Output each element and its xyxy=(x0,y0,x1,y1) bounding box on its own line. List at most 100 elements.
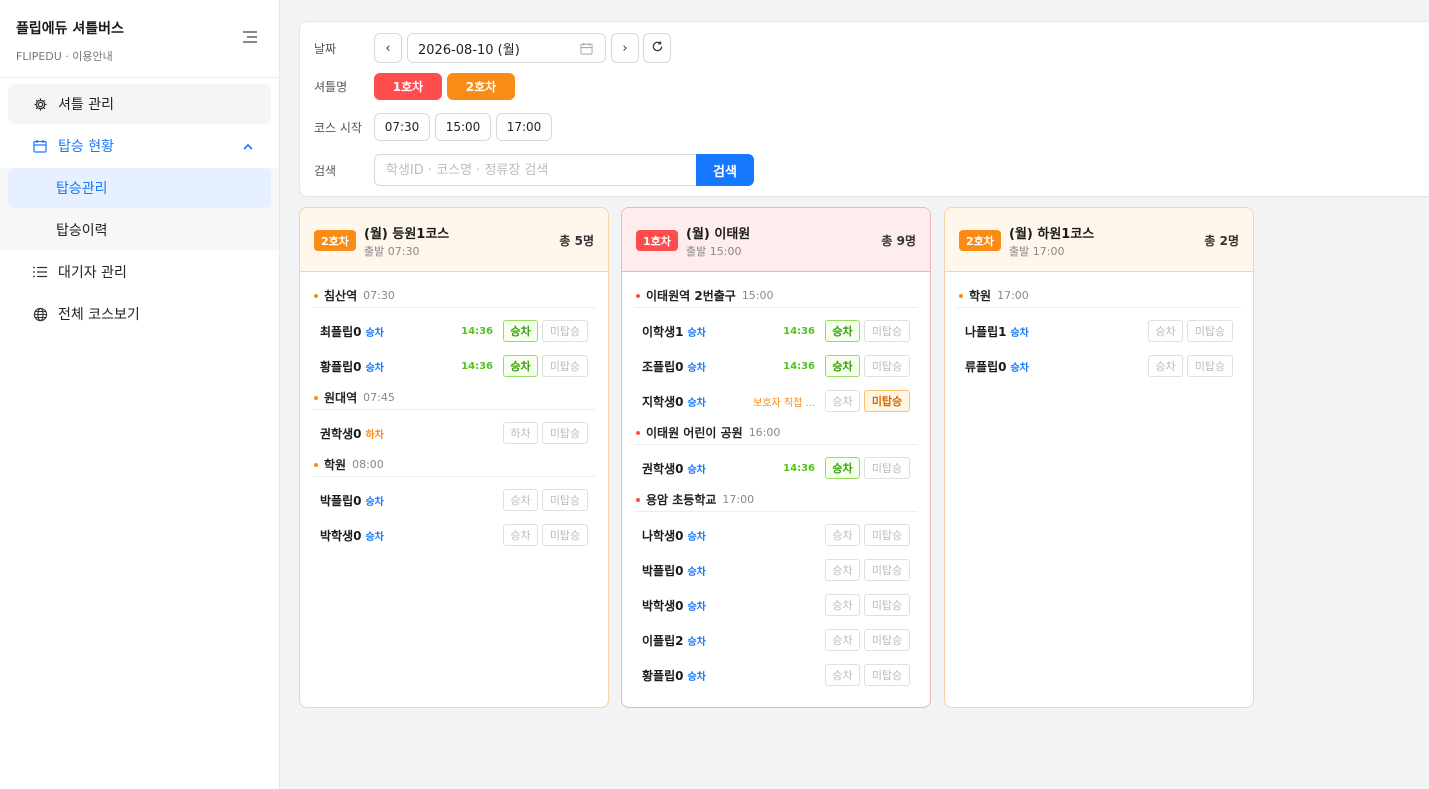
time-1500-button[interactable]: 15:00 xyxy=(435,113,491,141)
no-show-button[interactable]: 미탑승 xyxy=(542,320,588,342)
sidebar-item-boarding-manage[interactable]: 탑승관리 xyxy=(8,168,271,208)
no-show-button[interactable]: 미탑승 xyxy=(1187,320,1233,342)
stop-header: 침산역 07:30 xyxy=(312,286,596,308)
search-input[interactable] xyxy=(374,154,696,186)
shuttle-label: 셔틀명 xyxy=(314,80,348,94)
sidebar-item-shuttle[interactable]: 셔틀 관리 xyxy=(8,84,271,124)
time-0730-button[interactable]: 07:30 xyxy=(374,113,430,141)
student-actions: 승차 미탑승 xyxy=(499,524,588,546)
no-show-button[interactable]: 미탑승 xyxy=(864,559,910,581)
sidebar-item-boarding-status[interactable]: 탑승 현황 xyxy=(8,126,271,166)
student-name: 권학생0 xyxy=(642,462,684,476)
stop-name: 학원 xyxy=(324,458,347,472)
course-card-header: 1호차 (월) 이태원 출발 15:00 총 9명 xyxy=(622,208,930,272)
sidebar-item-boarding-history[interactable]: 탑승이력 xyxy=(8,210,271,250)
chevron-up-icon[interactable] xyxy=(243,139,253,155)
stop-header: 용암 초등학교 17:00 xyxy=(634,490,918,512)
prev-date-button[interactable]: ‹ xyxy=(374,33,402,63)
board-button[interactable]: 승차 xyxy=(1148,355,1183,377)
course-title: (월) 하원1코스 xyxy=(1009,227,1095,242)
student-type: 승차 xyxy=(687,532,706,543)
student-row: 이학생1 승차 14:36 승차 미탑승 xyxy=(634,314,918,349)
board-button[interactable]: 승차 xyxy=(825,559,860,581)
shuttle-1-button[interactable]: 1호차 xyxy=(374,73,442,100)
student-name: 권학생0 xyxy=(320,427,362,441)
course-total: 총 9명 xyxy=(881,234,916,248)
student-actions: 보호자 직접 ... 승차 미탑승 xyxy=(753,390,910,412)
refresh-button[interactable] xyxy=(643,33,671,63)
board-button[interactable]: 승차 xyxy=(825,390,860,412)
shuttle-2-button[interactable]: 2호차 xyxy=(447,73,515,100)
course-total: 총 2명 xyxy=(1204,234,1239,248)
board-button[interactable]: 승차 xyxy=(825,355,860,377)
student-type: 승차 xyxy=(687,465,706,476)
student-name: 이플립2 xyxy=(642,634,684,648)
menu-collapse-icon[interactable] xyxy=(243,30,259,44)
sidebar-item-label: 탑승 현황 xyxy=(58,139,114,155)
stop-dot xyxy=(314,462,318,467)
no-show-button[interactable]: 미탑승 xyxy=(864,457,910,479)
no-show-button[interactable]: 미탑승 xyxy=(864,524,910,546)
student-type: 승차 xyxy=(365,532,384,543)
board-button[interactable]: 승차 xyxy=(825,320,860,342)
course-start-label: 코스 시작 xyxy=(314,120,362,135)
no-show-button[interactable]: 미탑승 xyxy=(864,594,910,616)
course-departure: 출발 15:00 xyxy=(686,245,742,258)
student-type: 승차 xyxy=(687,637,706,648)
student-row: 나플립1 승차 승차 미탑승 xyxy=(957,314,1241,349)
time-1700-button[interactable]: 17:00 xyxy=(496,113,552,141)
student-type: 승차 xyxy=(687,363,706,374)
stop-dot xyxy=(636,430,640,435)
board-button[interactable]: 승차 xyxy=(503,320,538,342)
date-picker[interactable]: 2026-08-10 (월) xyxy=(407,33,606,63)
board-time: 14:36 xyxy=(783,462,815,474)
stop-dot xyxy=(314,293,318,298)
no-show-button[interactable]: 미탑승 xyxy=(864,664,910,686)
search-button[interactable]: 검색 xyxy=(696,154,754,186)
course-departure: 출발 07:30 xyxy=(364,245,420,258)
board-button[interactable]: 승차 xyxy=(503,355,538,377)
sidebar-item-all-courses[interactable]: 전체 코스보기 xyxy=(8,294,271,334)
stop-dot xyxy=(636,293,640,298)
board-button[interactable]: 승차 xyxy=(503,524,538,546)
calendar-icon xyxy=(32,138,48,154)
student-row: 박학생0 승차 승차 미탑승 xyxy=(634,588,918,623)
board-button[interactable]: 승차 xyxy=(825,594,860,616)
board-button[interactable]: 승차 xyxy=(825,524,860,546)
globe-icon xyxy=(32,306,48,322)
student-type: 승차 xyxy=(687,398,706,409)
date-label: 날짜 xyxy=(314,41,337,56)
sidebar-item-waitlist[interactable]: 대기자 관리 xyxy=(8,252,271,292)
no-show-button[interactable]: 미탑승 xyxy=(542,422,588,444)
student-row: 박플립0 승차 승차 미탑승 xyxy=(312,483,596,518)
student-name: 박학생0 xyxy=(320,529,362,543)
student-name: 황플립0 xyxy=(642,669,684,683)
stop-header: 이태원역 2번출구 15:00 xyxy=(634,286,918,308)
no-show-button[interactable]: 미탑승 xyxy=(542,355,588,377)
course-card-header: 2호차 (월) 등원1코스 출발 07:30 총 5명 xyxy=(300,208,608,272)
student-name: 황플립0 xyxy=(320,360,362,374)
board-button[interactable]: 승차 xyxy=(503,489,538,511)
student-actions: 하차 미탑승 xyxy=(499,422,588,444)
no-show-button[interactable]: 미탑승 xyxy=(864,629,910,651)
no-show-button[interactable]: 미탑승 xyxy=(542,489,588,511)
student-type: 승차 xyxy=(365,497,384,508)
student-actions: 승차 미탑승 xyxy=(821,559,910,581)
student-name: 최플립0 xyxy=(320,325,362,339)
student-name: 박학생0 xyxy=(642,599,684,613)
next-date-button[interactable]: › xyxy=(611,33,639,63)
board-button[interactable]: 승차 xyxy=(825,457,860,479)
no-show-button[interactable]: 미탑승 xyxy=(542,524,588,546)
board-button[interactable]: 하차 xyxy=(503,422,538,444)
course-card-body: 이태원역 2번출구 15:00 이학생1 승차 14:36 승차 미탑승 조플립0 승차 14:3… xyxy=(622,272,930,693)
student-type: 승차 xyxy=(365,328,384,339)
student-name: 나학생0 xyxy=(642,529,684,543)
board-button[interactable]: 승차 xyxy=(1148,320,1183,342)
student-actions: 승차 미탑승 xyxy=(821,664,910,686)
no-show-button[interactable]: 미탑승 xyxy=(864,390,910,412)
no-show-button[interactable]: 미탑승 xyxy=(864,320,910,342)
no-show-button[interactable]: 미탑승 xyxy=(864,355,910,377)
board-button[interactable]: 승차 xyxy=(825,629,860,651)
board-button[interactable]: 승차 xyxy=(825,664,860,686)
no-show-button[interactable]: 미탑승 xyxy=(1187,355,1233,377)
